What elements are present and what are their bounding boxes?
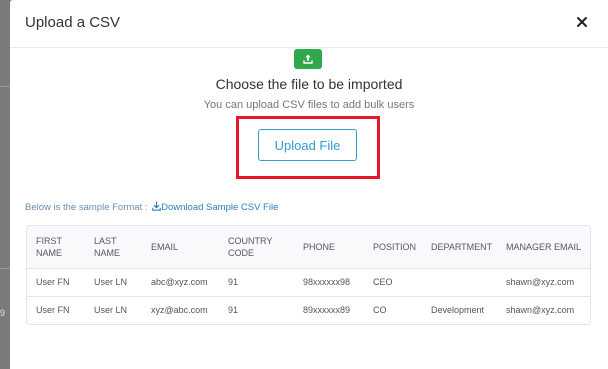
download-sample-link[interactable]: Download Sample CSV File: [150, 201, 279, 213]
table-cell: User FN: [27, 268, 85, 297]
table-cell: 89xxxxxx89: [303, 305, 351, 316]
table-cell: User LN: [94, 305, 128, 316]
import-heading: Choose the file to be imported: [215, 76, 403, 92]
download-sample-label: Download Sample CSV File: [161, 202, 279, 213]
backdrop-divider: [0, 86, 10, 87]
table-cell: shawn@xyz.com: [497, 268, 590, 297]
table-cell: CO: [373, 305, 387, 316]
close-icon: [577, 17, 587, 27]
column-header: FIRST NAME: [27, 226, 85, 269]
column-header: DEPARTMENT: [422, 226, 497, 269]
modal-title: Upload a CSV: [25, 14, 121, 31]
column-header: PHONE: [294, 226, 364, 269]
upload-icon: [303, 54, 313, 64]
column-header: MANAGER EMAIL: [497, 226, 590, 269]
sample-format-label: Below is the sample Format :: [25, 202, 148, 213]
table-cell: 91: [219, 268, 294, 297]
upload-file-button[interactable]: Upload File: [258, 129, 357, 161]
table-cell: CEO: [364, 268, 422, 297]
table-cell: 91: [228, 305, 239, 316]
table-cell: User FN: [36, 305, 70, 316]
table-cell: 98xxxxxx98: [294, 268, 364, 297]
close-button[interactable]: [574, 14, 590, 30]
sample-format-row: Below is the sample Format : Download Sa…: [25, 201, 278, 213]
column-header: LAST NAME: [85, 226, 142, 269]
table-header-row: FIRST NAME LAST NAME EMAIL COUNTRY CODE PHO…: [27, 226, 590, 269]
table-cell: xyz@abc.com: [151, 305, 208, 316]
backdrop-text-fragment: 9: [0, 308, 6, 318]
table-cell: [422, 268, 497, 297]
table-cell: Development: [431, 305, 485, 316]
table-cell: User LN: [85, 268, 142, 297]
table-cell: abc@xyz.com: [142, 268, 219, 297]
column-header: EMAIL: [142, 226, 219, 269]
table-cell: shawn@xyz.com: [506, 305, 575, 316]
table-row: User FN User LN abc@xyz.com 91 98xxxxxx9…: [27, 268, 590, 297]
table-row: User FN User LN xyz@abc.com 91 89xxxxxx8…: [27, 296, 590, 324]
column-header: COUNTRY CODE: [219, 226, 294, 269]
import-subtext: You can upload CSV files to add bulk use…: [203, 99, 415, 111]
upload-csv-modal: Upload a CSV Choose the file to be impor…: [10, 0, 608, 369]
modal-header: Upload a CSV: [10, 0, 608, 48]
upload-icon-badge: [294, 49, 322, 69]
backdrop-divider: [0, 268, 10, 269]
column-header: POSITION: [364, 226, 422, 269]
download-icon: [152, 201, 161, 211]
sample-format-table: FIRST NAME LAST NAME EMAIL COUNTRY CODE PHO…: [26, 225, 591, 325]
